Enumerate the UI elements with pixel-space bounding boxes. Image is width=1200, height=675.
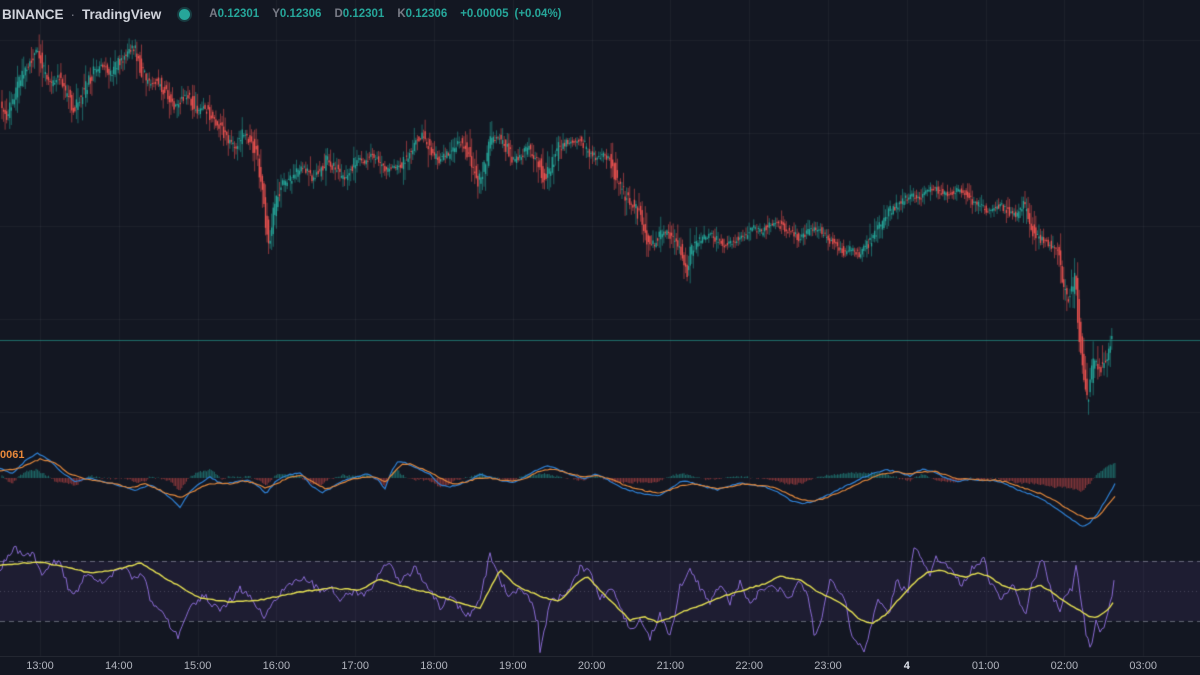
- time-axis-label: 19:00: [491, 660, 535, 672]
- open-value: A0.12301: [209, 8, 259, 20]
- time-axis-label: 01:00: [964, 660, 1008, 672]
- time-axis-label: 17:00: [333, 660, 377, 672]
- close-value: K0.12306: [397, 8, 447, 20]
- time-axis-label: 02:00: [1042, 660, 1086, 672]
- time-axis-label: 14:00: [97, 660, 141, 672]
- time-axis-label: 16:00: [254, 660, 298, 672]
- macd-value-label: 0061: [0, 449, 24, 461]
- exchange-name: BINANCE: [2, 7, 64, 22]
- time-axis[interactable]: 13:00 14:00 15:00 16:00 17:00 18:00 19:00 20:00…: [0, 656, 1200, 675]
- change-absolute: +0.00005: [460, 8, 508, 20]
- high-value: Y0.12306: [272, 8, 321, 20]
- symbol-legend[interactable]: BINANCE · TradingView A0.12301 Y0.12306 …: [2, 4, 562, 24]
- time-axis-label: 18:00: [412, 660, 456, 672]
- chart-canvas[interactable]: [0, 0, 1200, 675]
- time-axis-label: 20:00: [570, 660, 614, 672]
- title-separator: ·: [71, 7, 76, 22]
- market-status-dot-icon: [179, 9, 190, 20]
- time-axis-label: 23:00: [806, 660, 850, 672]
- symbol-title[interactable]: BINANCE · TradingView: [2, 7, 161, 22]
- time-axis-day-label: 4: [885, 660, 929, 672]
- time-axis-label: 21:00: [648, 660, 692, 672]
- time-axis-label: 03:00: [1121, 660, 1165, 672]
- tradingview-chart-window: BINANCE · TradingView A0.12301 Y0.12306 …: [0, 0, 1200, 675]
- change-percent: (+0.04%): [515, 8, 562, 20]
- platform-name[interactable]: TradingView: [82, 7, 161, 22]
- ohlc-values: A0.12301 Y0.12306 D0.12301 K0.12306: [209, 8, 447, 20]
- time-axis-label: 15:00: [176, 660, 220, 672]
- time-axis-label: 22:00: [727, 660, 771, 672]
- low-value: D0.12301: [334, 8, 384, 20]
- time-axis-label: 13:00: [18, 660, 62, 672]
